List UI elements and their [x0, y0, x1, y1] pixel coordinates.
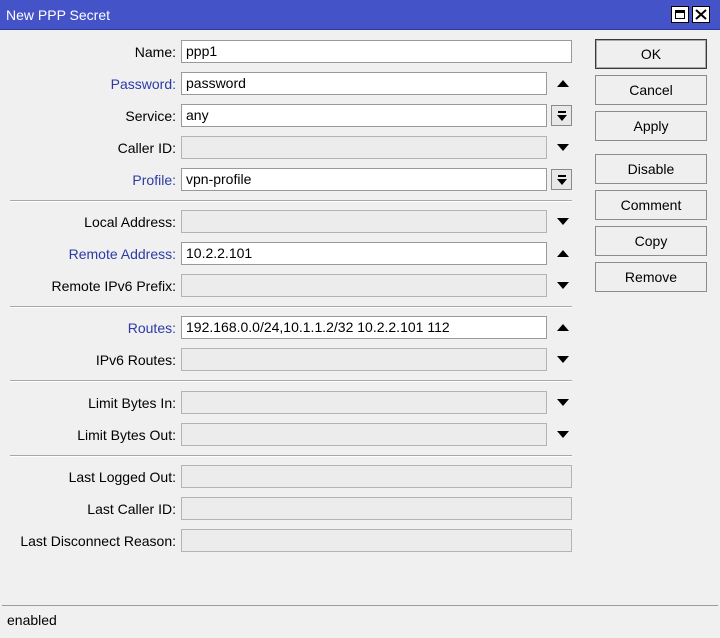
comment-button[interactable]: Comment [595, 190, 707, 220]
triangle-down-icon[interactable] [556, 142, 570, 152]
password-label[interactable]: Password: [0, 75, 176, 93]
disable-button[interactable]: Disable [595, 154, 707, 184]
triangle-up-icon[interactable] [556, 79, 570, 89]
status-bar: enabled [2, 605, 718, 633]
apply-button[interactable]: Apply [595, 111, 707, 141]
last-logged-out-field [181, 465, 572, 488]
triangle-down-icon[interactable] [556, 429, 570, 439]
section-divider [10, 200, 572, 202]
service-select[interactable]: any [181, 104, 547, 127]
remote-address-label[interactable]: Remote Address: [0, 245, 176, 263]
name-field[interactable]: ppp1 [181, 40, 572, 63]
remove-button[interactable]: Remove [595, 262, 707, 292]
profile-select[interactable]: vpn-profile [181, 168, 547, 191]
remote-ipv6-prefix-field[interactable] [181, 274, 547, 297]
close-icon[interactable] [692, 6, 710, 23]
remote-address-field[interactable]: 10.2.2.101 [181, 242, 547, 265]
maximize-icon[interactable] [671, 6, 689, 23]
status-text: enabled [7, 612, 57, 628]
name-label: Name: [134, 44, 176, 60]
triangle-up-icon[interactable] [556, 323, 570, 333]
limit-bytes-in-label: Limit Bytes In: [88, 395, 176, 411]
last-caller-id-label: Last Caller ID: [87, 501, 176, 517]
ipv6-routes-field[interactable] [181, 348, 547, 371]
dropdown-arrow-icon[interactable] [551, 169, 572, 190]
remote-ipv6-prefix-label: Remote IPv6 Prefix: [51, 278, 177, 294]
section-divider [10, 455, 572, 457]
limit-bytes-in-field[interactable] [181, 391, 547, 414]
section-divider [10, 380, 572, 382]
last-disconnect-reason-label: Last Disconnect Reason: [20, 533, 176, 549]
copy-button[interactable]: Copy [595, 226, 707, 256]
caller-id-label: Caller ID: [117, 140, 176, 156]
routes-label[interactable]: Routes: [0, 319, 176, 337]
password-field[interactable]: password [181, 72, 547, 95]
profile-label[interactable]: Profile: [0, 171, 176, 189]
ipv6-routes-label: IPv6 Routes: [95, 352, 176, 368]
limit-bytes-out-label: Limit Bytes Out: [77, 427, 176, 443]
last-logged-out-label: Last Logged Out: [68, 469, 176, 485]
triangle-up-icon[interactable] [556, 249, 570, 259]
triangle-down-icon[interactable] [556, 354, 570, 364]
dropdown-arrow-icon[interactable] [551, 105, 572, 126]
section-divider [10, 306, 572, 308]
local-address-field[interactable] [181, 210, 547, 233]
window-title: New PPP Secret [6, 7, 111, 23]
cancel-button[interactable]: Cancel [595, 75, 707, 105]
triangle-down-icon[interactable] [556, 216, 570, 226]
triangle-down-icon[interactable] [556, 397, 570, 407]
routes-field[interactable]: 192.168.0.0/24,10.1.1.2/32 10.2.2.101 11… [181, 316, 547, 339]
triangle-down-icon[interactable] [556, 280, 570, 290]
last-disconnect-reason-field [181, 529, 572, 552]
ok-button[interactable]: OK [595, 39, 707, 69]
title-bar: New PPP Secret [0, 0, 720, 30]
service-label: Service: [125, 108, 176, 124]
caller-id-field[interactable] [181, 136, 547, 159]
last-caller-id-field [181, 497, 572, 520]
limit-bytes-out-field[interactable] [181, 423, 547, 446]
local-address-label: Local Address: [84, 214, 176, 230]
